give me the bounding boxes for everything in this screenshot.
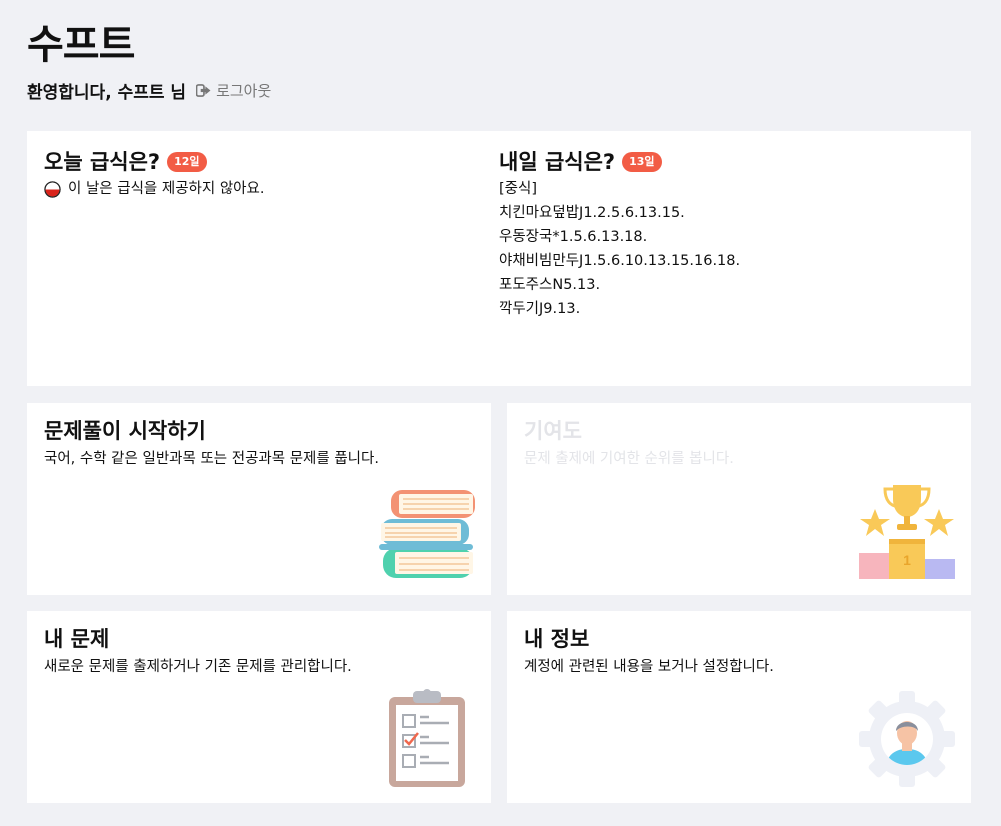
menu-item: 포도주스N5.13.	[499, 277, 601, 293]
tomorrow-meal: 내일 급식은? 13일 [중식] 치킨마요덮밥J1.2.5.6.13.15. 우…	[499, 147, 740, 321]
today-meal-heading: 오늘 급식은?	[44, 150, 161, 174]
tomorrow-meal-title: 내일 급식은? 13일	[499, 147, 740, 177]
my-problems-card[interactable]: 내 문제 새로운 문제를 출제하거나 기존 문제를 관리합니다.	[27, 611, 491, 803]
menu-item: 우동장국*1.5.6.13.18.	[499, 229, 648, 245]
brand-title: 수프트	[27, 22, 135, 68]
user-gear-icon	[859, 691, 955, 787]
contribution-desc: 문제 출제에 기여한 순위를 봅니다.	[524, 451, 734, 467]
my-info-card[interactable]: 내 정보 계정에 관련된 내용을 보거나 설정합니다.	[507, 611, 971, 803]
my-problems-title: 내 문제	[44, 627, 110, 651]
start-solving-desc: 국어, 수학 같은 일반과목 또는 전공과목 문제를 풉니다.	[44, 451, 379, 467]
start-solving-card[interactable]: 문제풀이 시작하기 국어, 수학 같은 일반과목 또는 전공과목 문제를 풉니다…	[27, 403, 491, 595]
my-problems-desc: 새로운 문제를 출제하거나 기존 문제를 관리합니다.	[44, 659, 352, 675]
menu-item: [중식]	[499, 181, 537, 197]
menu-item: 치킨마요덮밥J1.2.5.6.13.15.	[499, 205, 685, 221]
contribution-card[interactable]: 기여도 문제 출제에 기여한 순위를 봅니다. 1	[507, 403, 971, 595]
start-solving-title: 문제풀이 시작하기	[44, 419, 206, 443]
sign-out-icon	[196, 84, 211, 97]
tomorrow-meal-heading: 내일 급식은?	[499, 150, 616, 174]
books-icon	[379, 490, 475, 578]
clipboard-checklist-icon	[389, 689, 465, 787]
logout-link[interactable]: 로그아웃	[196, 80, 271, 101]
today-meal-title: 오늘 급식은? 12일	[44, 147, 264, 177]
menu-item: 야채비빔만두J1.5.6.10.13.15.16.18.	[499, 253, 741, 269]
meal-card: 오늘 급식은? 12일 이 날은 급식을 제공하지 않아요. 내일 급식은? 1…	[27, 131, 971, 386]
tomorrow-date-badge: 13일	[622, 152, 662, 172]
today-date-badge: 12일	[167, 152, 207, 172]
trophy-podium-icon: 1	[859, 485, 955, 579]
tomorrow-menu-list: [중식] 치킨마요덮밥J1.2.5.6.13.15. 우동장국*1.5.6.13…	[499, 177, 740, 321]
contribution-title: 기여도	[524, 419, 582, 443]
welcome-row: 환영합니다, 수프트 님 로그아웃	[27, 78, 271, 103]
my-info-title: 내 정보	[524, 627, 590, 651]
welcome-text: 환영합니다, 수프트 님	[27, 83, 187, 103]
today-meal: 오늘 급식은? 12일 이 날은 급식을 제공하지 않아요.	[44, 147, 264, 201]
no-meal-message: 이 날은 급식을 제공하지 않아요.	[44, 177, 264, 201]
no-meal-text: 이 날은 급식을 제공하지 않아요.	[68, 181, 265, 197]
no-entry-icon	[44, 180, 61, 198]
menu-item: 깍두기J9.13.	[499, 301, 581, 317]
logout-label: 로그아웃	[216, 82, 272, 100]
svg-text:1: 1	[903, 552, 911, 568]
my-info-desc: 계정에 관련된 내용을 보거나 설정합니다.	[524, 659, 774, 675]
header: 수프트 환영합니다, 수프트 님 로그아웃	[27, 18, 271, 103]
